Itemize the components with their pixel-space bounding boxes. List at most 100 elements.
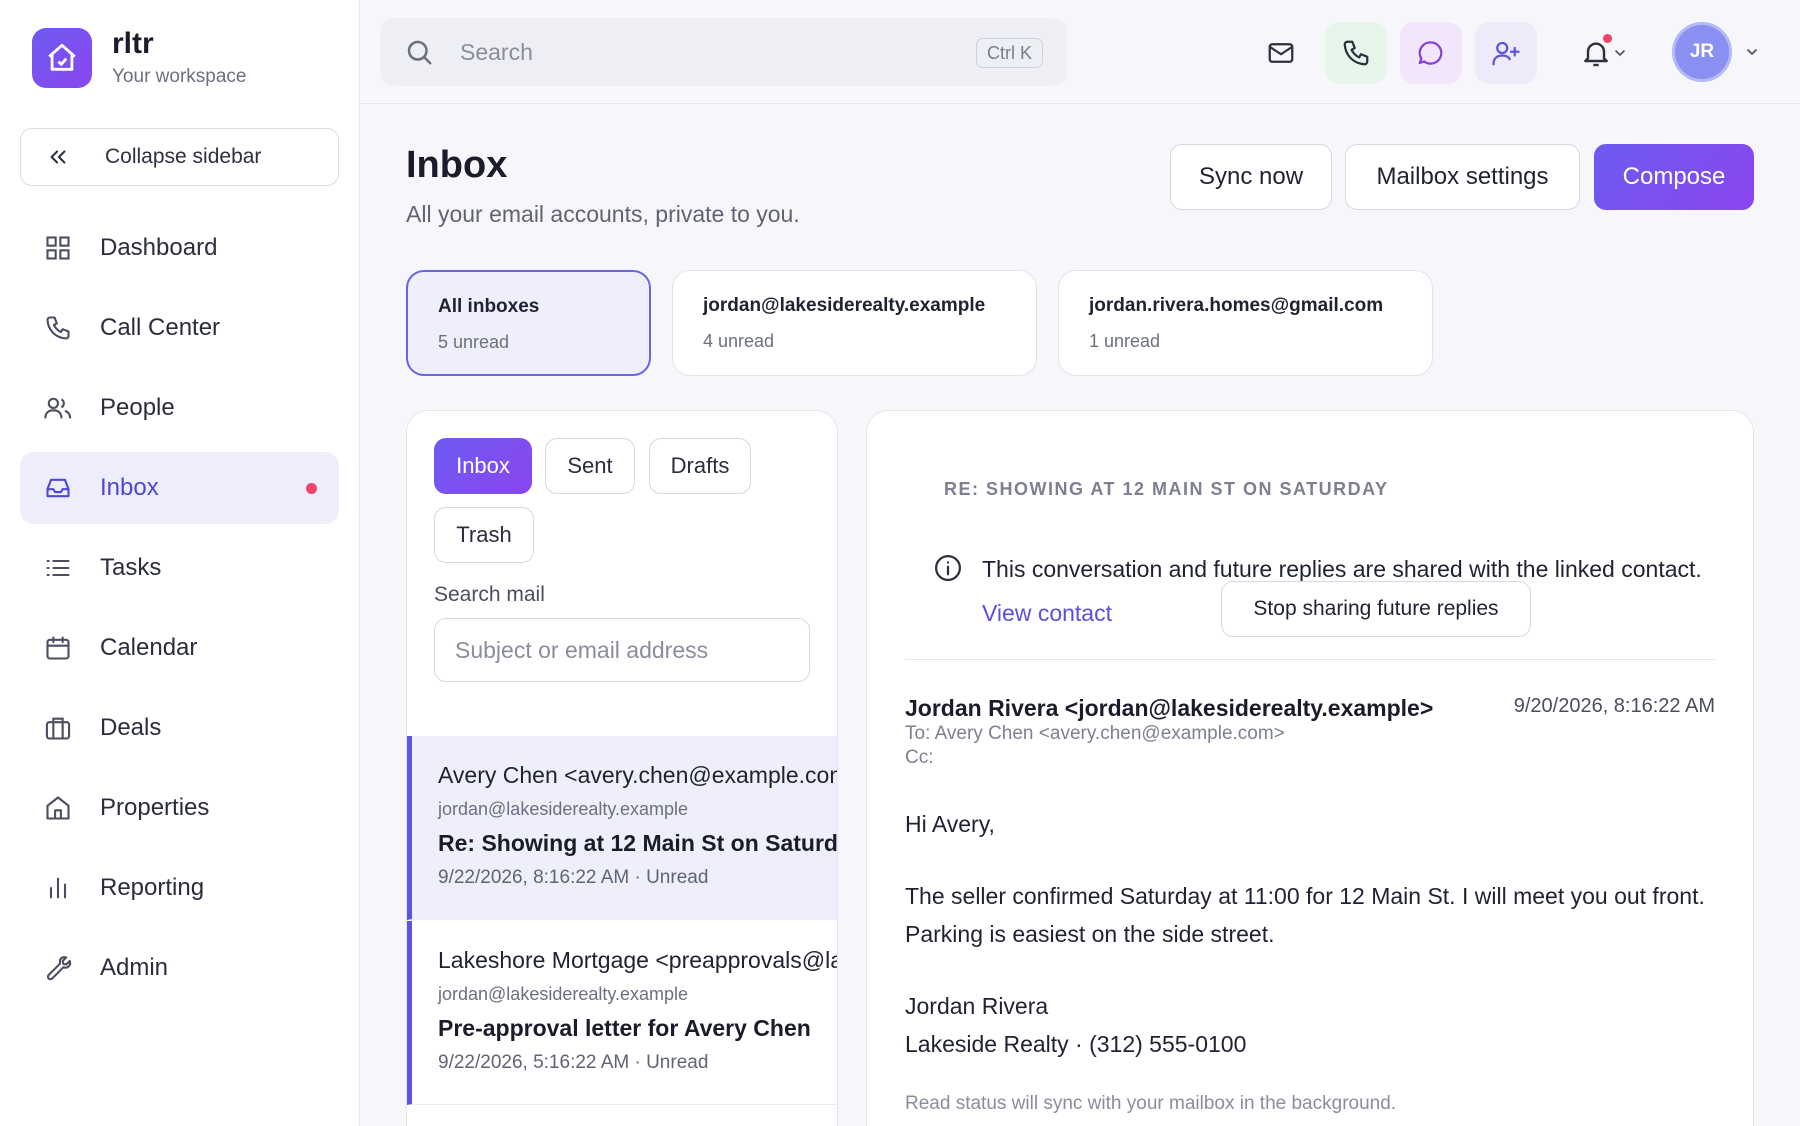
- mail-button[interactable]: [1250, 22, 1312, 84]
- global-search-input[interactable]: Search Ctrl K: [380, 18, 1067, 86]
- sidebar-item-inbox[interactable]: Inbox: [20, 452, 339, 524]
- call-button[interactable]: [1325, 22, 1387, 84]
- collapse-sidebar-button[interactable]: Collapse sidebar: [20, 128, 339, 186]
- search-placeholder: Search: [460, 38, 533, 65]
- add-person-button[interactable]: [1475, 22, 1537, 84]
- chevron-down-icon: [1615, 50, 1625, 57]
- sharing-notice-text: This conversation and future replies are…: [982, 556, 1702, 582]
- calendar-icon: [42, 632, 74, 664]
- account-card-gmail[interactable]: jordan.rivera.homes@gmail.com 1 unread: [1058, 270, 1433, 376]
- search-icon: [404, 37, 436, 67]
- collapse-sidebar-label: Collapse sidebar: [105, 145, 262, 168]
- sidebar-item-people[interactable]: People: [20, 372, 339, 444]
- mail-search-placeholder: Subject or email address: [455, 636, 709, 663]
- sidebar-item-dashboard[interactable]: Dashboard: [20, 212, 339, 284]
- avatar[interactable]: JR: [1672, 22, 1732, 82]
- list-icon: [42, 552, 74, 584]
- topbar: Search Ctrl K JR: [360, 0, 1800, 104]
- people-icon: [42, 392, 74, 424]
- sync-now-button[interactable]: Sync now: [1170, 144, 1332, 210]
- sidebar-item-label: Admin: [100, 954, 169, 981]
- folder-tab-sent[interactable]: Sent: [545, 438, 635, 494]
- account-name: jordan@lakesiderealty.example: [703, 295, 986, 316]
- phone-icon: [1343, 40, 1369, 66]
- email-body: Hi Avery, The seller confirmed Saturday …: [905, 805, 1715, 1063]
- sidebar-item-label: Dashboard: [100, 234, 218, 261]
- sidebar-item-call-center[interactable]: Call Center: [20, 292, 339, 364]
- sidebar-item-properties[interactable]: Properties: [20, 772, 339, 844]
- message-list-item[interactable]: Avery Chen <avery.chen@example.com> jord…: [407, 736, 838, 920]
- mail-search-input[interactable]: Subject or email address: [434, 618, 810, 682]
- message-account: jordan@lakesiderealty.example: [438, 799, 689, 819]
- account-name: jordan.rivera.homes@gmail.com: [1089, 295, 1384, 316]
- notifications-button[interactable]: [1580, 28, 1640, 78]
- chevrons-left-icon: [47, 146, 81, 168]
- thread-subject: RE: SHOWING AT 12 MAIN ST ON SATURDAY: [944, 479, 1389, 499]
- message-meta: 9/22/2026, 5:16:22 AM · Unread: [438, 1052, 709, 1073]
- sidebar-item-label: Properties: [100, 794, 210, 821]
- mailbox-settings-button[interactable]: Mailbox settings: [1345, 144, 1580, 210]
- message-subject: Pre-approval letter for Avery Chen: [438, 1015, 811, 1041]
- sidebar-item-reporting[interactable]: Reporting: [20, 852, 339, 924]
- sidebar: rltr Your workspace Collapse sidebar Das…: [0, 0, 360, 1126]
- sidebar-item-calendar[interactable]: Calendar: [20, 612, 339, 684]
- sync-status-note: Read status will sync with your mailbox …: [905, 1093, 1397, 1114]
- sidebar-item-label: Calendar: [100, 634, 198, 661]
- topbar-actions: [1250, 22, 1550, 84]
- page-title: Inbox: [406, 144, 508, 186]
- reading-pane: RE: SHOWING AT 12 MAIN ST ON SATURDAY Th…: [866, 410, 1754, 1126]
- sidebar-item-label: Deals: [100, 714, 162, 741]
- brand-subtitle: Your workspace: [112, 66, 247, 87]
- notification-dot: [1603, 34, 1612, 43]
- message-list-panel: Inbox Sent Drafts Trash Search mail Subj…: [406, 410, 838, 1126]
- sidebar-item-admin[interactable]: Admin: [20, 932, 339, 1004]
- signature-name: Jordan Rivera: [905, 993, 1049, 1019]
- folder-tab-drafts[interactable]: Drafts: [649, 438, 751, 494]
- sidebar-item-tasks[interactable]: Tasks: [20, 532, 339, 604]
- message-subject: Re: Showing at 12 Main St on Saturday: [438, 830, 838, 856]
- mail-icon: [1268, 43, 1294, 63]
- info-icon: [935, 555, 961, 581]
- brand-name: rltr: [112, 27, 154, 60]
- email-cc: Cc:: [905, 747, 934, 768]
- unread-count: 4 unread: [703, 331, 775, 351]
- home-logo-icon: [32, 28, 92, 88]
- bar-chart-icon: [42, 872, 74, 904]
- message-sender: Lakeshore Mortgage <preapprovals@lakesho…: [438, 947, 837, 973]
- user-plus-icon: [1492, 41, 1520, 66]
- view-contact-link[interactable]: View contact: [982, 600, 1112, 626]
- sidebar-item-label: People: [100, 394, 175, 421]
- folder-tab-inbox[interactable]: Inbox: [434, 438, 532, 494]
- divider: [905, 659, 1715, 660]
- sidebar-nav: Dashboard Call Center People Inbox Tasks…: [20, 212, 339, 1012]
- sidebar-item-deals[interactable]: Deals: [20, 692, 339, 764]
- account-card-all-inboxes[interactable]: All inboxes 5 unread: [406, 270, 651, 376]
- brand[interactable]: rltr Your workspace: [32, 28, 246, 88]
- sidebar-item-label: Inbox: [100, 474, 159, 501]
- inbox-icon: [42, 472, 74, 504]
- sidebar-item-label: Call Center: [100, 314, 221, 341]
- dashboard-icon: [42, 232, 74, 264]
- wrench-icon: [42, 952, 74, 984]
- search-shortcut-badge: Ctrl K: [976, 38, 1043, 68]
- account-card-lakesiderealty[interactable]: jordan@lakesiderealty.example 4 unread: [672, 270, 1037, 376]
- chevron-down-icon[interactable]: [1744, 44, 1760, 60]
- search-mail-label: Search mail: [434, 583, 545, 606]
- account-name: All inboxes: [438, 296, 540, 317]
- stop-sharing-button[interactable]: Stop sharing future replies: [1221, 581, 1531, 637]
- folder-tab-trash[interactable]: Trash: [434, 507, 534, 563]
- briefcase-icon: [42, 712, 74, 744]
- sidebar-item-label: Tasks: [100, 554, 162, 581]
- home-icon: [42, 792, 74, 824]
- compose-button[interactable]: Compose: [1594, 144, 1754, 210]
- message-meta: 9/22/2026, 8:16:22 AM · Unread: [438, 867, 709, 888]
- sidebar-item-label: Reporting: [100, 874, 205, 901]
- email-recipients: To: Avery Chen <avery.chen@example.com>: [905, 723, 1285, 744]
- chat-button[interactable]: [1400, 22, 1462, 84]
- message-list-item[interactable]: Lakeshore Mortgage <preapprovals@lakesho…: [407, 921, 837, 1105]
- unread-count: 5 unread: [438, 332, 510, 352]
- phone-icon: [42, 312, 74, 344]
- unread-count: 1 unread: [1089, 331, 1161, 351]
- signature-company: Lakeside Realty · (312) 555-0100: [905, 1031, 1247, 1057]
- page-subtitle: All your email accounts, private to you.: [406, 201, 800, 227]
